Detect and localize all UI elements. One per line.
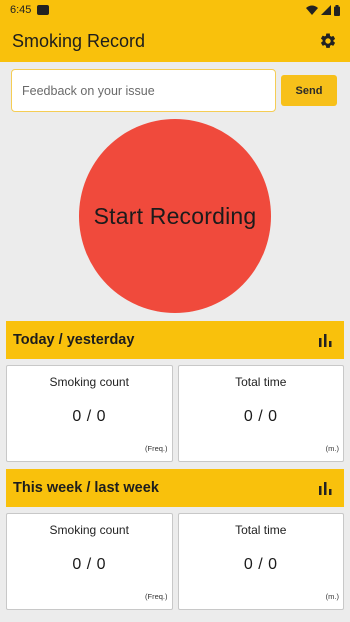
cards-week: Smoking count 0 / 0 (Freq.) Total time 0… <box>6 513 344 610</box>
feedback-input[interactable] <box>11 69 276 112</box>
notification-icon <box>37 5 50 15</box>
feedback-row: Send <box>11 69 337 112</box>
chart-button[interactable] <box>316 331 334 349</box>
chart-button[interactable] <box>316 479 334 497</box>
cards-today: Smoking count 0 / 0 (Freq.) Total time 0… <box>6 365 344 462</box>
card-title: Smoking count <box>49 375 129 389</box>
smoking-count-card[interactable]: Smoking count 0 / 0 (Freq.) <box>6 365 173 462</box>
bar-chart-icon <box>318 481 331 495</box>
signal-icon <box>321 5 331 15</box>
card-unit: (m.) <box>325 592 339 601</box>
card-value: 0 / 0 <box>72 408 107 425</box>
card-title: Total time <box>235 375 287 389</box>
section-title: Today / yesterday <box>13 332 135 348</box>
start-recording-button[interactable]: Start Recording <box>79 119 271 313</box>
card-unit: (m.) <box>325 444 339 453</box>
status-time: 6:45 <box>10 4 32 16</box>
section-title: This week / last week <box>13 480 159 496</box>
status-icons <box>306 4 340 16</box>
wifi-icon <box>306 5 318 15</box>
card-unit: (Freq.) <box>145 592 168 601</box>
send-button[interactable]: Send <box>281 75 337 106</box>
card-value: 0 / 0 <box>243 556 278 573</box>
card-value: 0 / 0 <box>243 408 278 425</box>
bar-chart-icon <box>318 333 331 347</box>
top-bar: 6:45 Smoking Record <box>0 0 350 62</box>
card-unit: (Freq.) <box>145 444 168 453</box>
app-title: Smoking Record <box>12 30 146 51</box>
total-time-card[interactable]: Total time 0 / 0 (m.) <box>177 365 344 462</box>
battery-icon <box>334 4 340 16</box>
smoking-count-card[interactable]: Smoking count 0 / 0 (Freq.) <box>6 513 173 610</box>
app-bar: Smoking Record <box>0 20 350 62</box>
total-time-card[interactable]: Total time 0 / 0 (m.) <box>177 513 344 610</box>
section-header-today: Today / yesterday <box>6 321 344 359</box>
card-title: Smoking count <box>49 523 129 537</box>
section-header-week: This week / last week <box>6 469 344 507</box>
card-value: 0 / 0 <box>72 556 107 573</box>
card-title: Total time <box>235 523 287 537</box>
gear-icon <box>321 33 336 48</box>
status-bar: 6:45 <box>0 0 350 20</box>
start-recording-label: Start Recording <box>93 202 257 229</box>
settings-button[interactable] <box>316 29 340 53</box>
